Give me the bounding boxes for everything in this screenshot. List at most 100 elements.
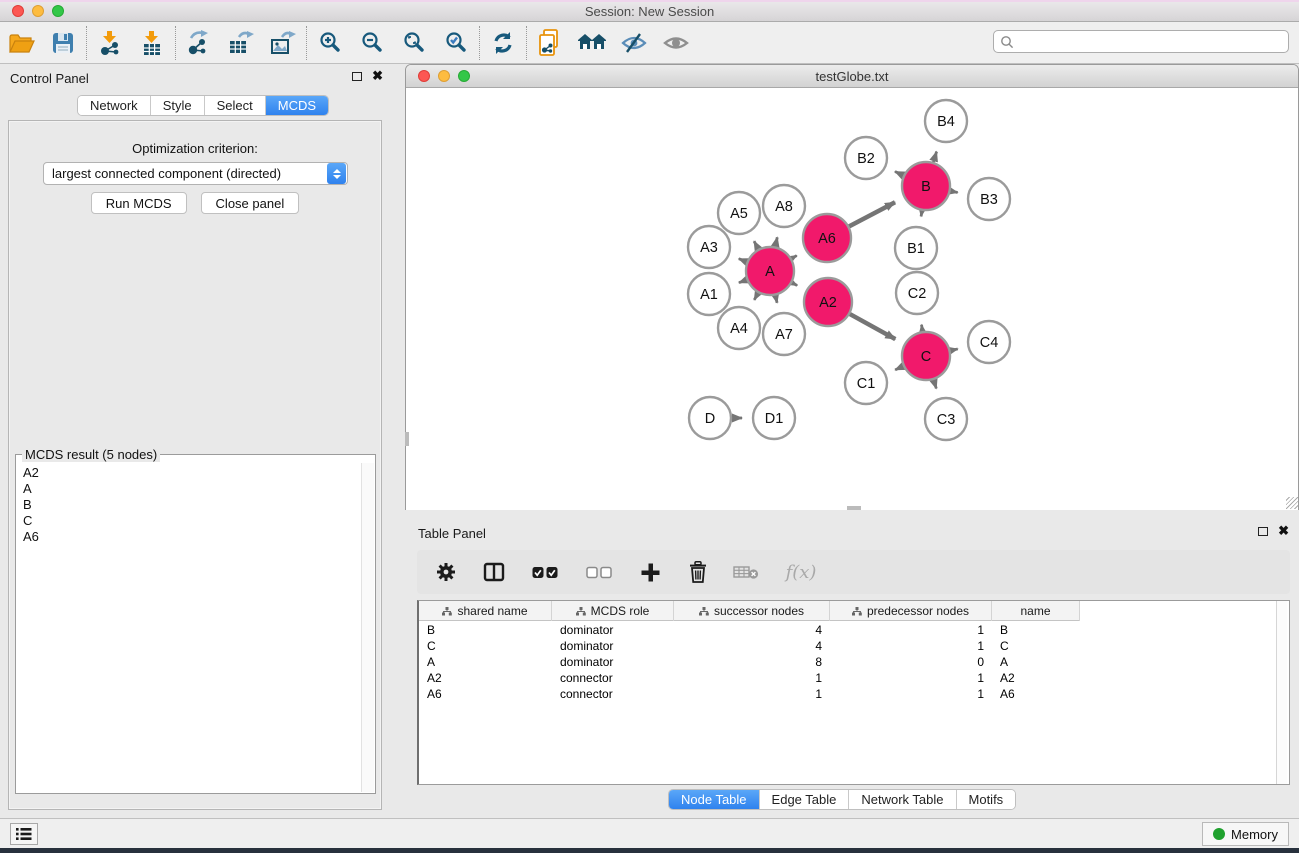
table-cell[interactable]: 1 <box>830 671 992 685</box>
zoom-fit-button[interactable] <box>393 25 435 61</box>
table-cell[interactable]: B <box>992 623 1080 637</box>
network-canvas[interactable]: AA1A2A3A4A5A6A7A8BB1B2B3B4CC1C2C3C4DD1 <box>406 89 1298 510</box>
table-row[interactable]: Cdominator41C <box>419 638 1289 654</box>
table-cell[interactable]: A <box>419 655 552 669</box>
table-cell[interactable]: dominator <box>552 639 674 653</box>
mcds-result-item[interactable]: C <box>23 513 361 529</box>
zoom-in-button[interactable] <box>309 25 351 61</box>
edge-A-A8[interactable] <box>775 237 777 246</box>
column-header-shared-name[interactable]: shared name <box>419 601 552 621</box>
edge-B-B3[interactable] <box>950 191 957 192</box>
table-cell[interactable]: 1 <box>830 687 992 701</box>
edge-A-A4[interactable] <box>754 293 758 300</box>
tab-node-table[interactable]: Node Table <box>669 790 760 809</box>
edge-A6-B[interactable] <box>849 202 895 226</box>
edge-B-B1[interactable] <box>921 211 922 217</box>
tab-style[interactable]: Style <box>151 96 205 115</box>
table-scrollbar[interactable] <box>1276 601 1287 784</box>
edge-A-A5[interactable] <box>754 241 758 249</box>
tab-mcds[interactable]: MCDS <box>266 96 328 115</box>
export-image-button[interactable] <box>262 25 304 61</box>
search-input[interactable] <box>1014 35 1288 49</box>
close-table-panel-icon[interactable]: ✖ <box>1278 526 1289 536</box>
table-settings-button[interactable] <box>433 559 459 585</box>
select-all-button[interactable] <box>529 559 561 585</box>
tab-network-table[interactable]: Network Table <box>849 790 956 809</box>
canvas-hscroll-indicator[interactable] <box>847 506 861 510</box>
edge-B-B4[interactable] <box>933 152 936 163</box>
resize-grip[interactable] <box>1286 497 1298 509</box>
table-cell[interactable]: B <box>419 623 552 637</box>
edge-C-C1[interactable] <box>895 366 903 370</box>
column-header-predecessor-nodes[interactable]: predecessor nodes <box>830 601 992 621</box>
first-neighbors-button[interactable] <box>571 25 613 61</box>
apply-layout-button[interactable] <box>482 25 524 61</box>
mcds-result-item[interactable]: A <box>23 481 361 497</box>
table-cell[interactable]: A2 <box>419 671 552 685</box>
export-table-button[interactable] <box>220 25 262 61</box>
close-panel-button[interactable]: Close panel <box>201 192 300 214</box>
import-table-button[interactable] <box>131 25 173 61</box>
search-field[interactable] <box>993 30 1289 53</box>
table-cell[interactable]: 4 <box>674 639 830 653</box>
table-cell[interactable]: 1 <box>674 671 830 685</box>
column-header-MCDS-role[interactable]: MCDS role <box>552 601 674 621</box>
delete-column-button[interactable] <box>685 559 711 585</box>
edge-A2-C[interactable] <box>850 314 895 339</box>
edge-C-C4[interactable] <box>950 349 957 351</box>
edge-A-A6[interactable] <box>792 256 797 259</box>
table-cell[interactable]: A <box>992 655 1080 669</box>
edge-A-A2[interactable] <box>792 283 797 286</box>
edge-A-A1[interactable] <box>739 280 747 283</box>
table-cell[interactable]: 8 <box>674 655 830 669</box>
table-cell[interactable]: connector <box>552 687 674 701</box>
open-session-button[interactable] <box>0 25 42 61</box>
show-columns-button[interactable] <box>481 559 507 585</box>
mcds-result-item[interactable]: A2 <box>23 465 361 481</box>
edge-A-A3[interactable] <box>739 259 747 262</box>
tab-network[interactable]: Network <box>78 96 151 115</box>
task-history-button[interactable] <box>10 823 38 845</box>
run-mcds-button[interactable]: Run MCDS <box>91 192 187 214</box>
edge-B-B2[interactable] <box>895 172 903 176</box>
import-network-button[interactable] <box>89 25 131 61</box>
table-row[interactable]: Bdominator41B <box>419 622 1289 638</box>
mcds-result-item[interactable]: A6 <box>23 529 361 545</box>
export-network-button[interactable] <box>178 25 220 61</box>
save-session-button[interactable] <box>42 25 84 61</box>
table-cell[interactable]: dominator <box>552 623 674 637</box>
edge-C-C2[interactable] <box>922 325 923 332</box>
canvas-vscroll-indicator[interactable] <box>405 432 409 446</box>
hide-selected-button[interactable] <box>613 25 655 61</box>
deselect-all-button[interactable] <box>583 559 615 585</box>
function-builder-button[interactable]: f(x) <box>781 559 821 585</box>
zoom-out-button[interactable] <box>351 25 393 61</box>
network-graph[interactable]: AA1A2A3A4A5A6A7A8BB1B2B3B4CC1C2C3C4DD1 <box>406 89 1298 510</box>
float-table-panel-icon[interactable] <box>1258 527 1268 536</box>
optimization-criterion-dropdown[interactable]: largest connected component (directed) <box>43 162 348 185</box>
table-cell[interactable]: C <box>992 639 1080 653</box>
table-row[interactable]: A6connector11A6 <box>419 686 1289 702</box>
table-cell[interactable]: A2 <box>992 671 1080 685</box>
table-row[interactable]: Adominator80A <box>419 654 1289 670</box>
show-all-button[interactable] <box>655 25 697 61</box>
memory-button[interactable]: Memory <box>1202 822 1289 846</box>
edge-A-A7[interactable] <box>775 295 777 302</box>
mcds-result-scrollbar[interactable] <box>361 463 374 792</box>
add-column-button[interactable] <box>637 559 663 585</box>
table-cell[interactable]: C <box>419 639 552 653</box>
table-cell[interactable]: 1 <box>830 639 992 653</box>
table-cell[interactable]: 0 <box>830 655 992 669</box>
zoom-selected-button[interactable] <box>435 25 477 61</box>
tab-motifs[interactable]: Motifs <box>957 790 1016 809</box>
column-header-successor-nodes[interactable]: successor nodes <box>674 601 830 621</box>
table-cell[interactable]: dominator <box>552 655 674 669</box>
new-network-from-selection-button[interactable] <box>529 25 571 61</box>
delete-table-button[interactable] <box>733 559 759 585</box>
close-panel-icon[interactable]: ✖ <box>372 71 383 81</box>
float-panel-icon[interactable] <box>352 72 362 81</box>
table-cell[interactable]: connector <box>552 671 674 685</box>
edge-C-C3[interactable] <box>934 380 937 389</box>
table-row[interactable]: A2connector11A2 <box>419 670 1289 686</box>
tab-edge-table[interactable]: Edge Table <box>760 790 850 809</box>
